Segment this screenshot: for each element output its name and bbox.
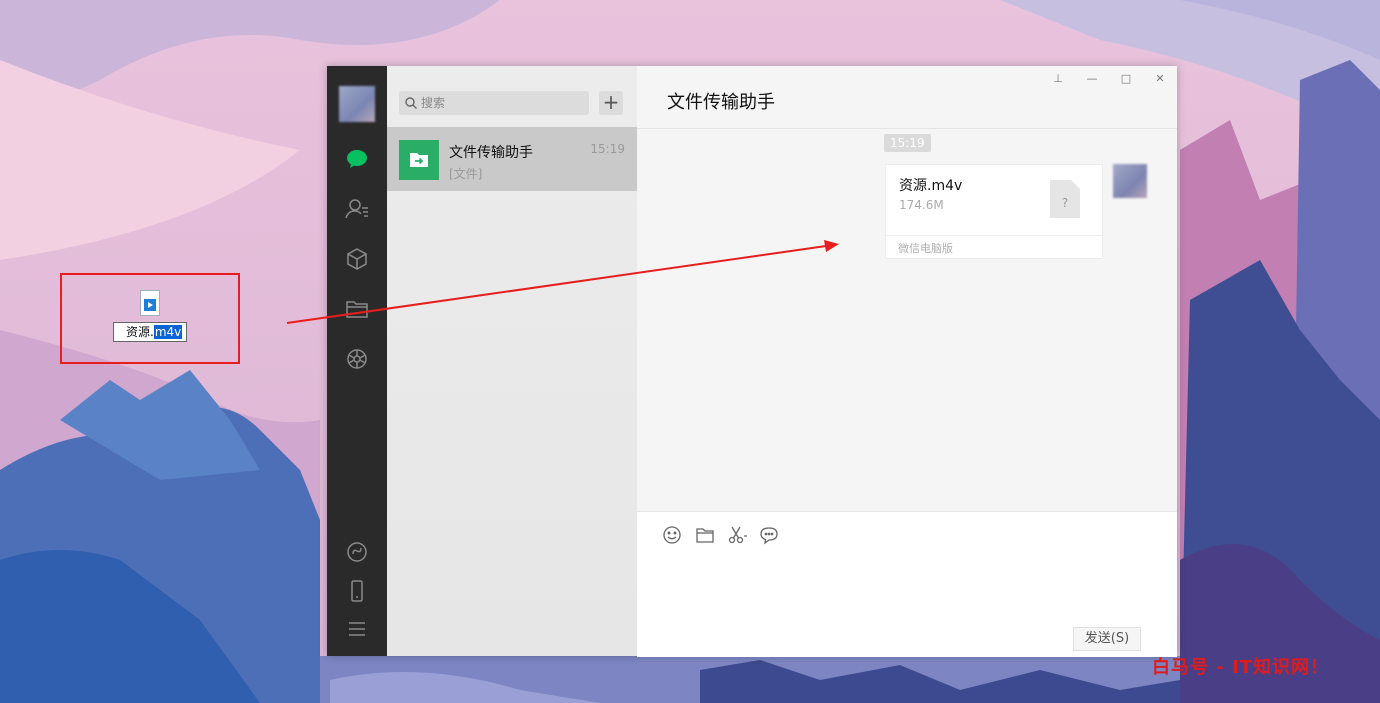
chat-list-item[interactable]: 文件传输助手 15:19 [文件] bbox=[387, 127, 637, 191]
chat-name: 文件传输助手 bbox=[449, 145, 533, 161]
search-icon bbox=[405, 97, 417, 109]
contacts-icon[interactable] bbox=[344, 196, 370, 222]
minimize-button[interactable]: — bbox=[1085, 72, 1099, 86]
desktop-file-name[interactable]: 资源.m4v bbox=[113, 322, 187, 342]
send-button[interactable]: 发送(S) bbox=[1073, 627, 1141, 651]
file-transfer-avatar bbox=[399, 140, 439, 180]
folder-arrow-icon bbox=[410, 153, 428, 167]
avatar[interactable] bbox=[339, 86, 375, 122]
page-title: 文件传输助手 bbox=[667, 92, 775, 113]
nav-sidebar bbox=[327, 66, 387, 656]
file-message-bubble[interactable]: 资源.m4v 174.6M ? 微信电脑版 bbox=[885, 164, 1103, 259]
watermark: 白马号 - IT知识网！ bbox=[1152, 657, 1329, 678]
send-file-icon[interactable] bbox=[694, 524, 716, 546]
chat-main: 文件传输助手 ⊥ — □ ✕ 15:19 资源.m4v 174.6M ? 微信电… bbox=[637, 66, 1177, 657]
screenshot-scissors-icon[interactable] bbox=[726, 524, 748, 546]
sender-avatar[interactable] bbox=[1113, 164, 1147, 198]
file-message-name: 资源.m4v bbox=[899, 178, 963, 194]
folder-icon[interactable] bbox=[344, 296, 370, 322]
message-time: 15:19 bbox=[884, 134, 931, 152]
menu-icon[interactable] bbox=[344, 616, 370, 642]
phone-icon[interactable] bbox=[344, 578, 370, 604]
chat-time: 15:19 bbox=[590, 142, 625, 156]
emoji-icon[interactable] bbox=[661, 524, 683, 546]
add-button[interactable]: + bbox=[599, 91, 623, 115]
chat-icon[interactable] bbox=[344, 146, 370, 172]
mini-program-icon[interactable] bbox=[344, 539, 370, 565]
unknown-file-icon: ? bbox=[1050, 180, 1080, 218]
video-file-icon bbox=[140, 290, 160, 316]
search-box[interactable] bbox=[399, 91, 589, 115]
search-input[interactable] bbox=[421, 91, 581, 115]
input-area[interactable]: 发送(S) bbox=[637, 511, 1177, 657]
pin-icon[interactable]: ⊥ bbox=[1051, 72, 1065, 86]
wechat-window: + 文件传输助手 15:19 [文件] 文件传输助手 ⊥ — □ ✕ 15:19… bbox=[327, 66, 1177, 657]
close-button[interactable]: ✕ bbox=[1153, 72, 1167, 86]
chat-preview: [文件] bbox=[449, 167, 483, 181]
collections-icon[interactable] bbox=[344, 246, 370, 272]
chat-list-panel: + 文件传输助手 15:19 [文件] bbox=[387, 66, 637, 656]
chat-history-icon[interactable] bbox=[758, 524, 780, 546]
desktop-file[interactable]: 资源.m4v bbox=[113, 288, 189, 344]
divider bbox=[886, 235, 1102, 236]
maximize-button[interactable]: □ bbox=[1119, 72, 1133, 86]
chat-header: 文件传输助手 ⊥ — □ ✕ bbox=[637, 66, 1177, 129]
file-message-size: 174.6M bbox=[899, 198, 944, 212]
moments-icon[interactable] bbox=[344, 346, 370, 372]
file-message-source: 微信电脑版 bbox=[898, 242, 953, 255]
